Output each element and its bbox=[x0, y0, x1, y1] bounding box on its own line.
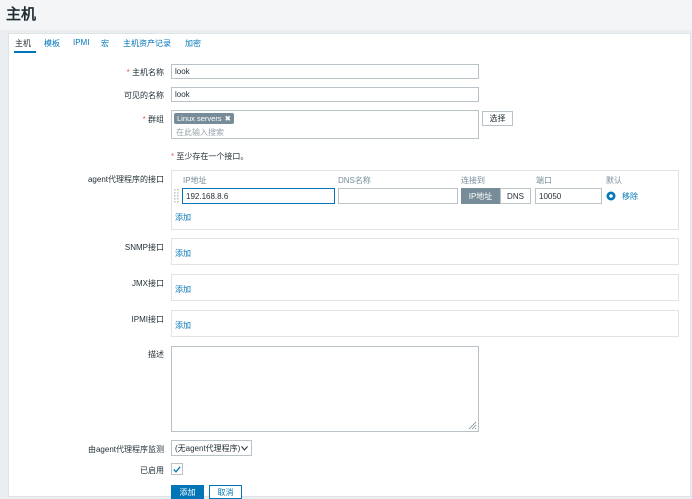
remove-interface-link[interactable]: 移除 bbox=[622, 191, 638, 202]
description-label: 描述 bbox=[148, 350, 164, 359]
groups-search-placeholder[interactable]: 在此输入搜索 bbox=[176, 127, 224, 138]
jmx-add-link[interactable]: 添加 bbox=[175, 284, 191, 295]
col-default: 默认 bbox=[606, 176, 622, 185]
default-radio[interactable] bbox=[606, 191, 616, 201]
drag-handle-icon[interactable] bbox=[174, 189, 180, 203]
agent-interface-label: agent代理程序的接口 bbox=[87, 175, 164, 184]
group-tag: Linux servers ✖ bbox=[174, 113, 234, 124]
description-textarea[interactable] bbox=[171, 346, 479, 432]
snmp-interface-box bbox=[171, 238, 679, 265]
page-title: 主机 bbox=[6, 6, 37, 23]
agent-add-link[interactable]: 添加 bbox=[175, 212, 191, 223]
visible-name-input[interactable]: look bbox=[171, 87, 479, 102]
col-port: 端口 bbox=[536, 176, 552, 185]
proxy-selected-value: (无agent代理程序) bbox=[175, 443, 241, 453]
ipmi-add-link[interactable]: 添加 bbox=[175, 320, 191, 331]
tab-encryption[interactable]: 加密 bbox=[185, 38, 201, 49]
chevron-down-icon bbox=[241, 445, 248, 451]
connect-dns-toggle[interactable]: DNS bbox=[500, 188, 531, 204]
ipmi-interface-label: IPMI接口 bbox=[131, 315, 164, 324]
agent-dns-input[interactable] bbox=[338, 188, 458, 204]
checkmark-icon bbox=[173, 465, 181, 473]
connect-ip-toggle[interactable]: IP地址 bbox=[461, 188, 500, 204]
snmp-interface-label: SNMP接口 bbox=[124, 243, 164, 252]
tab-ipmi[interactable]: IPMI bbox=[73, 38, 89, 47]
group-tag-label: Linux servers bbox=[177, 114, 222, 123]
jmx-interface-label: JMX接口 bbox=[132, 279, 164, 288]
host-name-input[interactable]: look bbox=[171, 64, 479, 79]
enabled-label: 已启用 bbox=[140, 466, 164, 475]
ipmi-interface-box bbox=[171, 310, 679, 337]
agent-ip-input[interactable]: 192.168.8.6 bbox=[182, 188, 335, 204]
active-tab-indicator bbox=[14, 51, 36, 53]
host-name-label: * 主机名称 bbox=[126, 68, 164, 77]
col-connect: 连接到 bbox=[461, 176, 485, 185]
col-ip: IP地址 bbox=[183, 176, 207, 185]
snmp-add-link[interactable]: 添加 bbox=[175, 248, 191, 259]
header-bar bbox=[0, 0, 692, 30]
select-groups-button[interactable]: 选择 bbox=[482, 111, 513, 126]
groups-label: * 群组 bbox=[142, 115, 164, 124]
tab-macros[interactable]: 宏 bbox=[101, 38, 109, 49]
tab-host[interactable]: 主机 bbox=[15, 38, 31, 49]
groups-multiselect[interactable]: Linux servers ✖ 在此输入搜索 bbox=[171, 110, 479, 139]
proxy-label: 由agent代理程序监测 bbox=[87, 445, 164, 454]
proxy-select[interactable]: (无agent代理程序) bbox=[171, 440, 252, 456]
interface-required-note: * 至少存在一个接口。 bbox=[171, 152, 249, 161]
jmx-interface-box bbox=[171, 274, 679, 301]
tab-templates[interactable]: 模板 bbox=[44, 38, 60, 49]
resize-handle-icon[interactable] bbox=[468, 421, 477, 430]
enabled-checkbox[interactable] bbox=[171, 463, 183, 475]
tag-remove-icon[interactable]: ✖ bbox=[225, 114, 231, 123]
visible-name-label: 可见的名称 bbox=[124, 91, 164, 100]
col-dns: DNS名称 bbox=[338, 176, 371, 185]
agent-port-input[interactable]: 10050 bbox=[535, 188, 602, 204]
tab-inventory[interactable]: 主机资产记录 bbox=[123, 38, 171, 49]
